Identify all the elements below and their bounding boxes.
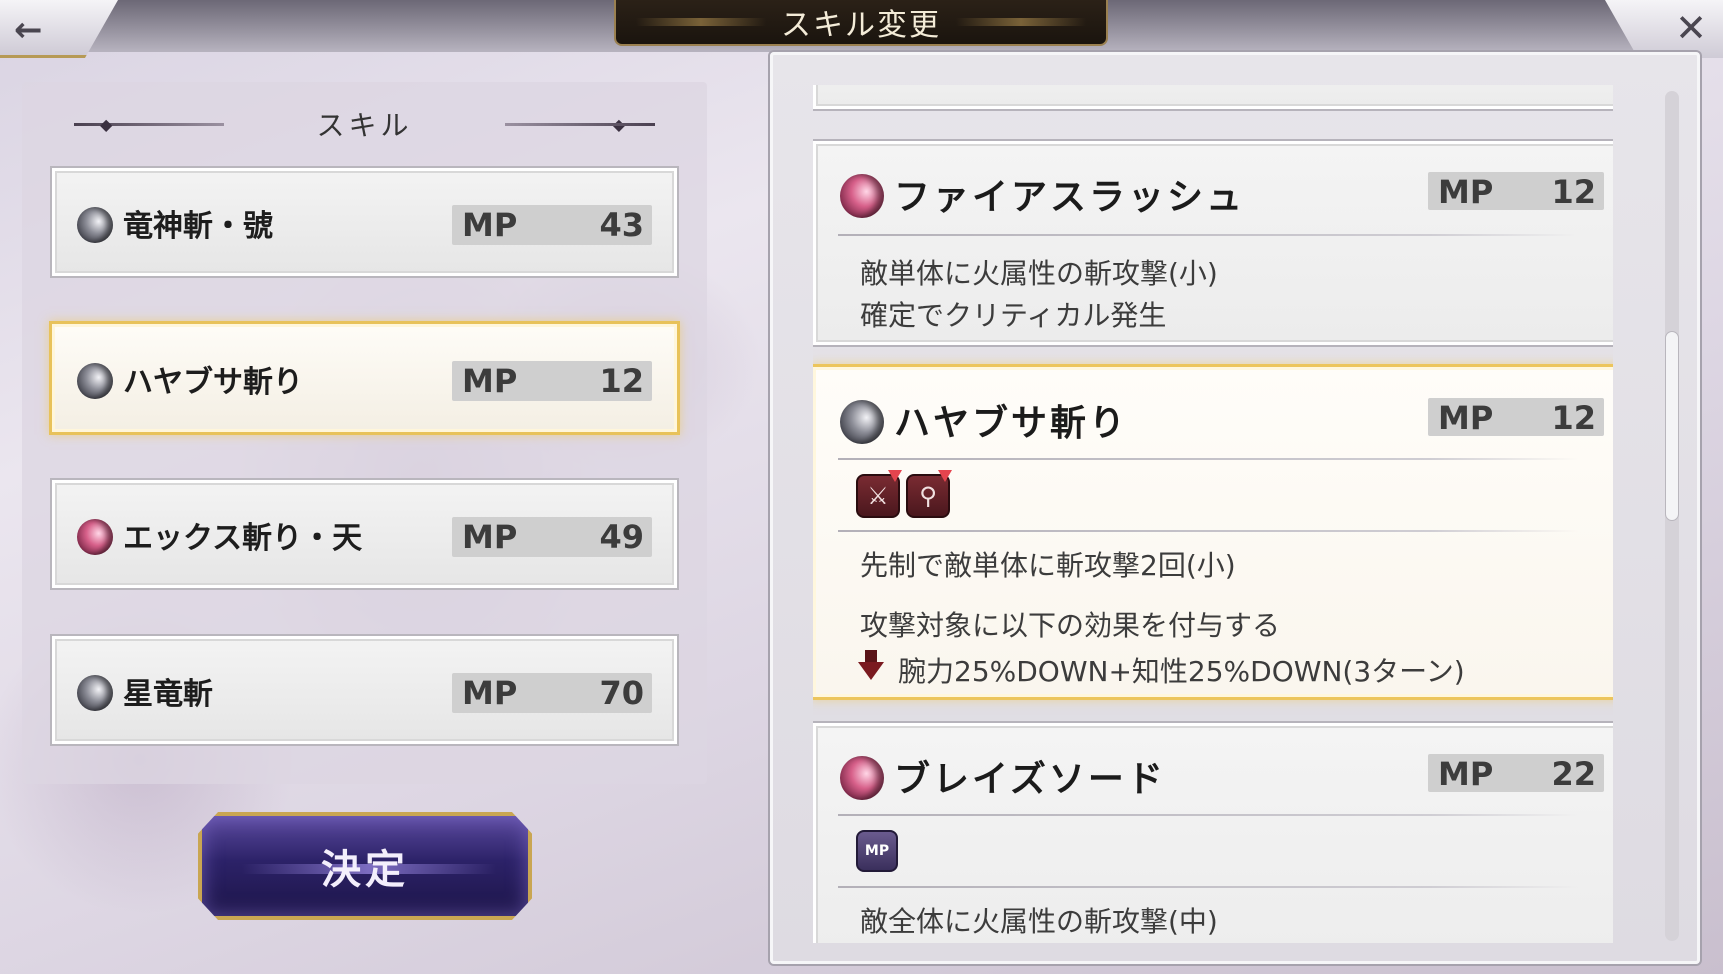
page-title: スキル変更	[781, 8, 941, 43]
header-ornament-left	[74, 123, 224, 126]
decide-label: 決定	[321, 846, 409, 893]
skill-description: 攻撃対象に以下の効果を付与する	[860, 609, 1281, 642]
decide-button[interactable]: 決定	[198, 812, 532, 920]
skill-name: エックス斬り・天	[123, 521, 363, 556]
mp-value: 49	[599, 518, 644, 556]
ornament-gem-icon: ◆	[100, 115, 117, 134]
section-title: スキル	[316, 109, 413, 142]
skill-slot-3[interactable]: エックス斬り・天 MP 49	[52, 480, 677, 588]
skill-card-partial[interactable]	[813, 85, 1613, 109]
skill-description: 確定でクリティカル発生	[860, 299, 1167, 332]
skill-name: ブレイズソード	[894, 758, 1166, 800]
dark-element-orb-icon	[77, 207, 113, 243]
mp-icon: MP	[856, 830, 898, 872]
mp-label: MP	[1438, 399, 1494, 437]
skill-name: ファイアスラッシュ	[894, 176, 1246, 218]
skill-card-blaze-sword[interactable]: ブレイズソード MP 22 MP 敵全体に火属性の斬攻撃(中)	[813, 723, 1613, 943]
divider	[838, 886, 1578, 888]
back-arrow-icon: ←	[14, 10, 43, 50]
mp-cost: MP 12	[1428, 398, 1604, 437]
skill-description: 敵全体に火属性の斬攻撃(中)	[860, 905, 1218, 938]
magic-debuff-icon: ⚲	[906, 470, 952, 518]
mp-label: MP	[1438, 755, 1494, 793]
title-plate: スキル変更	[614, 0, 1108, 46]
mp-value: 12	[1551, 173, 1596, 211]
mp-value: 70	[599, 674, 644, 712]
skill-name: ハヤブサ斬り	[894, 402, 1129, 444]
mp-cost: MP 12	[452, 361, 652, 401]
mp-label: MP	[462, 206, 518, 244]
scroll-thumb[interactable]	[1665, 331, 1679, 521]
dark-element-orb-icon	[840, 400, 884, 444]
divider	[838, 530, 1578, 532]
mp-label: MP	[462, 674, 518, 712]
skill-card-hayabusa[interactable]: ハヤブサ斬り MP 12 ⚔ ⚲ 先制で敵単体に斬攻撃2回(小) 攻撃対象に以下…	[813, 367, 1613, 697]
sword-debuff-icon: ⚔	[856, 470, 902, 518]
skill-detail-list[interactable]: ファイアスラッシュ MP 12 敵単体に火属性の斬攻撃(小) 確定でクリティカル…	[813, 85, 1613, 943]
mp-cost: MP 70	[452, 673, 652, 713]
mp-value: 12	[599, 362, 644, 400]
skill-slot-4[interactable]: 星竜斬 MP 70	[52, 636, 677, 744]
skill-name: 竜神斬・號	[123, 209, 273, 244]
title-ornament-right	[956, 18, 1086, 26]
mp-cost: MP 22	[1428, 754, 1604, 793]
skill-description: 敵単体に火属性の斬攻撃(小)	[860, 257, 1218, 290]
mp-cost: MP 12	[1428, 172, 1604, 211]
skill-description: 先制で敵単体に斬攻撃2回(小)	[860, 549, 1236, 582]
fire-element-orb-icon	[840, 756, 884, 800]
close-icon: ✕	[1675, 6, 1707, 50]
stat-down-arrow-icon	[858, 650, 884, 680]
dark-element-orb-icon	[77, 675, 113, 711]
mp-cost: MP 49	[452, 517, 652, 557]
debuff-effect: 腕力25%DOWN+知性25%DOWN(3ターン)	[898, 655, 1465, 688]
divider	[838, 814, 1578, 816]
mp-label: MP	[462, 362, 518, 400]
fire-element-orb-icon	[77, 519, 113, 555]
dark-element-orb-icon	[77, 363, 113, 399]
skill-slot-2[interactable]: ハヤブサ斬り MP 12	[52, 324, 677, 432]
divider	[838, 458, 1578, 460]
skill-list-header: ◆ スキル ◆	[22, 104, 707, 144]
mp-value: 12	[1551, 399, 1596, 437]
skill-card-fire-slash[interactable]: ファイアスラッシュ MP 12 敵単体に火属性の斬攻撃(小) 確定でクリティカル…	[813, 141, 1613, 345]
skill-name: ハヤブサ斬り	[123, 365, 303, 400]
scrollbar[interactable]	[1665, 91, 1679, 941]
fire-element-orb-icon	[840, 174, 884, 218]
skill-list-panel: ◆ スキル ◆ 竜神斬・號 MP 43 ハヤブサ斬り MP 12 エックス斬り・…	[22, 82, 707, 784]
mp-label: MP	[462, 518, 518, 556]
divider	[838, 234, 1578, 236]
mp-label: MP	[1438, 173, 1494, 211]
debuff-tag	[888, 470, 902, 482]
mp-value: 43	[599, 206, 644, 244]
skill-detail-panel: ファイアスラッシュ MP 12 敵単体に火属性の斬攻撃(小) 確定でクリティカル…	[770, 52, 1700, 964]
skill-name: 星竜斬	[123, 677, 213, 712]
skill-slot-1[interactable]: 竜神斬・號 MP 43	[52, 168, 677, 276]
title-ornament-left	[636, 18, 766, 26]
debuff-tag	[938, 470, 952, 482]
header-ornament-right	[505, 123, 655, 126]
mp-value: 22	[1551, 755, 1596, 793]
mp-cost: MP 43	[452, 205, 652, 245]
